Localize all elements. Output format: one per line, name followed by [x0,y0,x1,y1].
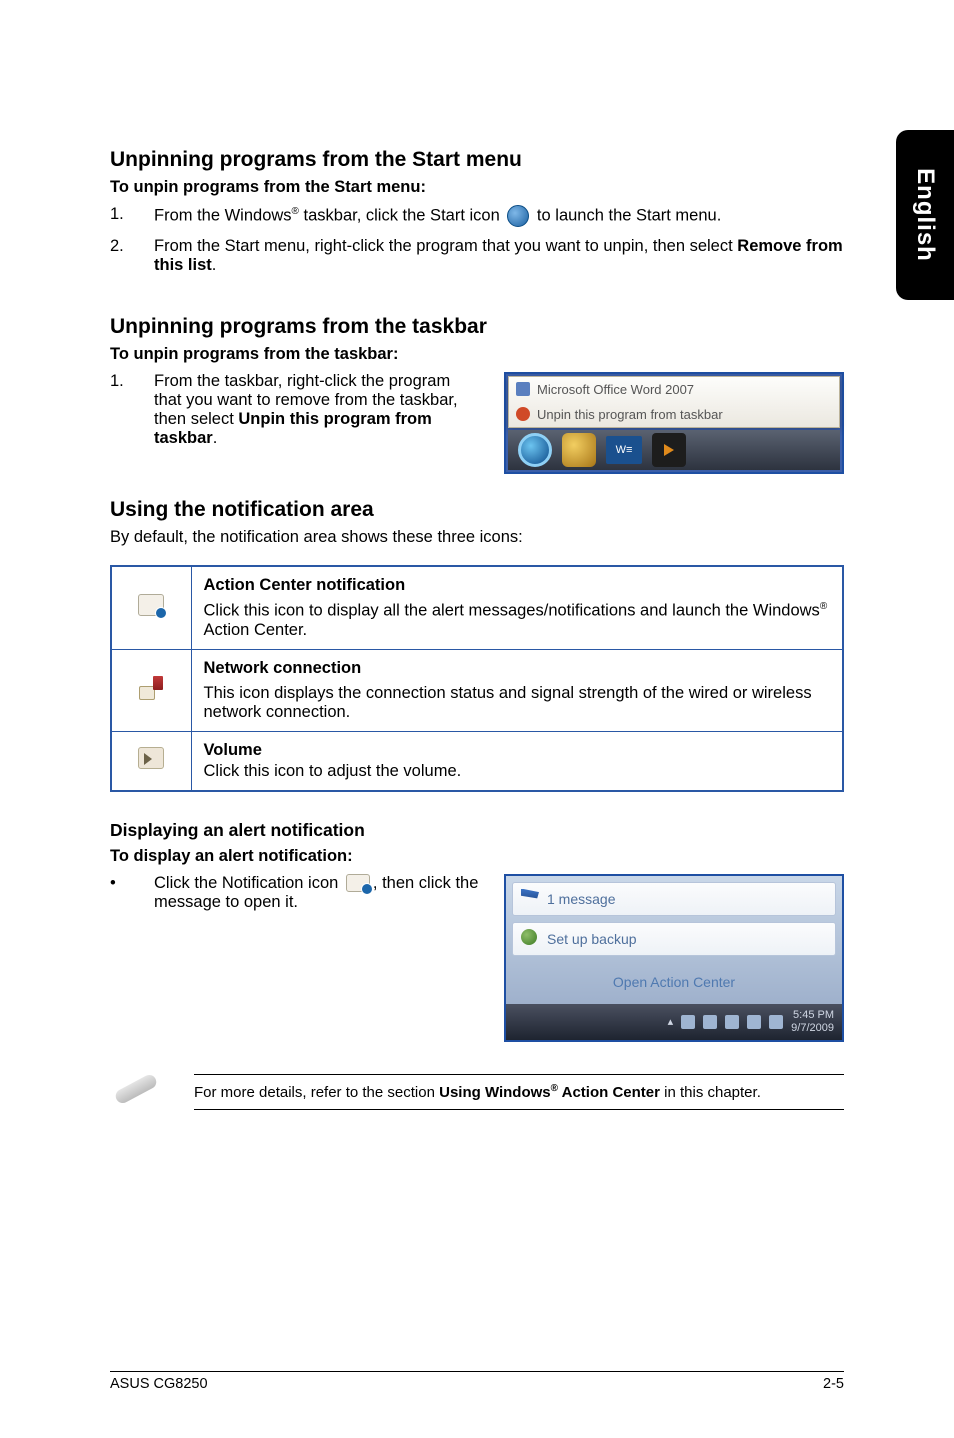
table-row: Network connection This icon displays th… [111,649,843,731]
footer-page-number: 2-5 [823,1376,844,1392]
note-text: For more details, refer to the section U… [194,1074,844,1110]
cell-body: Click this icon to display all the alert… [204,601,831,640]
open-action-center-link: Open Action Center [512,966,836,998]
action-center-flag-icon [138,594,164,616]
desc-cell: Volume Click this icon to adjust the vol… [191,731,843,791]
screenshot-taskbar-jumplist: Microsoft Office Word 2007 Unpin this pr… [504,372,844,474]
step-number: 1. [110,205,154,227]
volume-icon [138,747,164,769]
ie-icon [562,433,596,467]
table-row: Volume Click this icon to adjust the vol… [111,731,843,791]
jumplist-tooltip: Microsoft Office Word 2007 Unpin this pr… [508,376,840,428]
body-notification-area: By default, the notification area shows … [110,528,844,547]
tray-icon [725,1015,739,1029]
tray-icon [769,1015,783,1029]
registered-mark: ® [292,206,299,217]
subheading-unpin-taskbar: To unpin programs from the taskbar: [110,345,844,364]
desc-cell: Action Center notification Click this ic… [191,566,843,649]
icon-cell [111,649,191,731]
step-1: 1. From the Windows® taskbar, click the … [110,205,844,227]
desc-cell: Network connection This icon displays th… [191,649,843,731]
row-alert-step: • Click the Notification icon , then cli… [110,874,844,1042]
row-taskbar-step: 1. From the taskbar, right-click the pro… [110,372,844,474]
taskbar-bar: W≡ [508,430,840,470]
note-pencil-icon [110,1072,166,1112]
step-number: 1. [110,372,154,448]
tray-arrow-icon: ▴ [668,1015,674,1028]
step-text-col: • Click the Notification icon , then cli… [110,874,480,912]
step-1: 1. From the taskbar, right-click the pro… [110,372,480,448]
bullet-dot: • [110,874,154,912]
jumplist-unpin-option: Unpin this program from taskbar [509,402,839,427]
step-text-col: 1. From the taskbar, right-click the pro… [110,372,480,458]
tray-icon [747,1015,761,1029]
steps-unpin-start: 1. From the Windows® taskbar, click the … [110,205,844,275]
cell-body: Click this icon to adjust the volume. [204,762,831,781]
steps-unpin-taskbar: 1. From the taskbar, right-click the pro… [110,372,480,448]
heading-unpin-start: Unpinning programs from the Start menu [110,148,844,172]
page-footer: ASUS CG8250 2-5 [110,1371,844,1392]
start-button-icon [518,433,552,467]
cell-body: This icon displays the connection status… [204,684,831,722]
heading-display-alert: Displaying an alert notification [110,820,844,841]
footer-model: ASUS CG8250 [110,1376,208,1392]
bullet-step: • Click the Notification icon , then cli… [110,874,480,912]
heading-unpin-taskbar: Unpinning programs from the taskbar [110,315,844,339]
message-row: 1 message [512,882,836,916]
registered-mark: ® [551,1083,558,1094]
tray-icon [703,1015,717,1029]
step-text: From the Windows® taskbar, click the Sta… [154,205,721,227]
language-tab: English [896,130,954,300]
tray-time: 5:45 PM [791,1009,834,1021]
icon-cell [111,731,191,791]
registered-mark: ® [820,601,827,612]
table-row: Action Center notification Click this ic… [111,566,843,649]
start-orb-icon [507,205,529,227]
network-connection-icon [139,676,163,700]
note-bold: Using Windows® Action Center [439,1084,660,1101]
subheading-unpin-start: To unpin programs from the Start menu: [110,178,844,197]
tray-clock: 5:45 PM 9/7/2009 [791,1009,834,1033]
step-text: From the taskbar, right-click the progra… [154,372,480,448]
notification-icons-table: Action Center notification Click this ic… [110,565,844,792]
step-text: Click the Notification icon , then click… [154,874,480,912]
step-number: 2. [110,237,154,275]
tray-icon [681,1015,695,1029]
cell-title: Network connection [204,659,831,678]
tray-date: 9/7/2009 [791,1022,834,1034]
step-text: From the Start menu, right-click the pro… [154,237,844,275]
page-content: Unpinning programs from the Start menu T… [0,0,954,1112]
explorer-icon: W≡ [606,436,642,464]
media-player-icon [652,433,686,467]
note-block: For more details, refer to the section U… [110,1072,844,1112]
notification-flag-icon [346,874,370,892]
step-2: 2. From the Start menu, right-click the … [110,237,844,275]
screenshot-action-center-popup: 1 message Set up backup Open Action Cent… [504,874,844,1042]
backup-option-row: Set up backup [512,922,836,956]
subheading-display-alert: To display an alert notification: [110,847,844,866]
cell-title: Action Center notification [204,576,831,595]
jumplist-app-name: Microsoft Office Word 2007 [509,377,839,402]
icon-cell [111,566,191,649]
system-tray: ▴ 5:45 PM 9/7/2009 [506,1004,842,1040]
language-tab-label: English [911,168,939,262]
cell-title: Volume [204,741,831,760]
heading-notification-area: Using the notification area [110,498,844,522]
